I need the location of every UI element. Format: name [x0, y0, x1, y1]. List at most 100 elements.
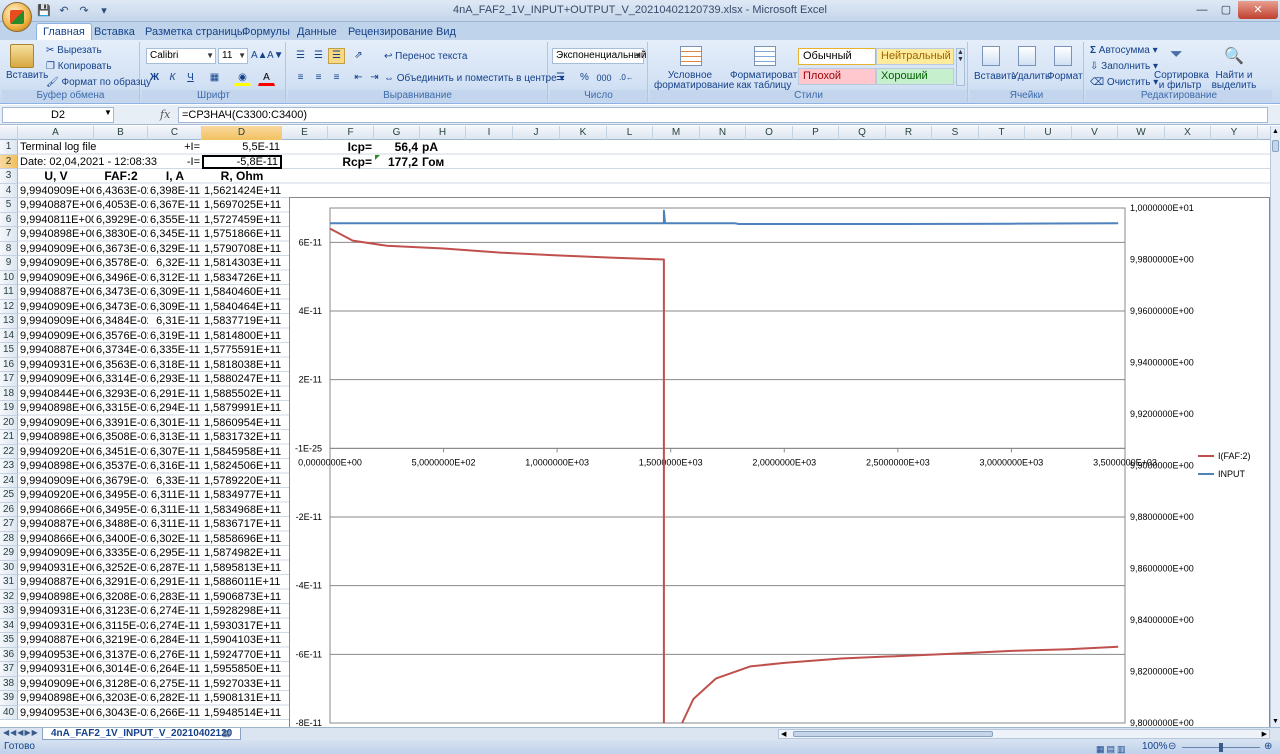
- fill-button[interactable]: ⇩ Заполнить ▾: [1090, 61, 1158, 72]
- align-bottom-icon[interactable]: ☰: [328, 48, 345, 64]
- increase-indent-icon[interactable]: ⇥: [366, 70, 383, 86]
- table-cell[interactable]: 6,3473E-02: [94, 300, 148, 315]
- paste-icon[interactable]: [10, 44, 34, 68]
- paste-button[interactable]: Вставить: [6, 70, 48, 81]
- cell-h2[interactable]: Гом: [420, 155, 466, 170]
- font-name-combo[interactable]: Calibri ▼: [146, 48, 216, 64]
- table-cell[interactable]: 6,3291E-02: [94, 575, 148, 590]
- table-cell[interactable]: 6,3508E-02: [94, 430, 148, 445]
- row-header[interactable]: 26: [0, 502, 18, 517]
- row-header[interactable]: 9: [0, 256, 18, 271]
- table-cell[interactable]: 6,318E-11: [148, 358, 202, 373]
- table-cell[interactable]: 9,9940931E+00: [18, 662, 94, 677]
- table-cell[interactable]: 1,5885502E+11: [202, 387, 282, 402]
- column-header-q[interactable]: Q: [839, 126, 886, 140]
- table-cell[interactable]: 6,3451E-02: [94, 445, 148, 460]
- table-cell[interactable]: 9,9940898E+00: [18, 401, 94, 416]
- table-cell[interactable]: 9,9940920E+00: [18, 445, 94, 460]
- table-cell[interactable]: 6,3314E-02: [94, 372, 148, 387]
- fill-color-icon[interactable]: ◉: [234, 70, 251, 86]
- table-cell[interactable]: 1,5879991E+11: [202, 401, 282, 416]
- column-header-l[interactable]: L: [607, 126, 653, 140]
- tab-review[interactable]: Рецензирование: [348, 24, 433, 40]
- font-size-combo[interactable]: 11 ▼: [218, 48, 248, 64]
- column-header-r[interactable]: R: [886, 126, 932, 140]
- scroll-down-icon[interactable]: ▼: [1271, 718, 1280, 725]
- borders-icon[interactable]: ▦: [206, 70, 223, 86]
- close-icon[interactable]: ✕: [1238, 1, 1278, 19]
- table-cell[interactable]: 1,5818038E+11: [202, 358, 282, 373]
- cut-button[interactable]: ✂ Вырезать: [46, 45, 102, 56]
- sort-filter-button[interactable]: Сортировка и фильтр: [1154, 71, 1209, 91]
- autosum-button[interactable]: Σ Автосумма ▾: [1090, 45, 1158, 56]
- table-cell[interactable]: 6,3293E-02: [94, 387, 148, 402]
- name-box[interactable]: D2: [2, 107, 114, 123]
- row-header[interactable]: 40: [0, 705, 18, 720]
- table-cell[interactable]: 1,5924770E+11: [202, 648, 282, 663]
- row-header[interactable]: 14: [0, 328, 18, 343]
- table-cell[interactable]: 6,283E-11: [148, 590, 202, 605]
- cell-c3[interactable]: I, A: [148, 169, 202, 184]
- zoom-level[interactable]: 100%: [1142, 740, 1168, 754]
- table-cell[interactable]: 9,9940866E+00: [18, 532, 94, 547]
- insert-cells-button[interactable]: Вставить: [974, 71, 1016, 82]
- table-cell[interactable]: 6,335E-11: [148, 343, 202, 358]
- row-header[interactable]: 18: [0, 386, 18, 401]
- table-cell[interactable]: 1,5858696E+11: [202, 532, 282, 547]
- table-cell[interactable]: 1,5837719E+11: [202, 314, 282, 329]
- delete-cells-button[interactable]: Удалить: [1012, 71, 1050, 82]
- table-cell[interactable]: 6,293E-11: [148, 372, 202, 387]
- style-good[interactable]: Хороший: [876, 68, 954, 85]
- tab-page-layout[interactable]: Разметка страницы: [145, 24, 245, 40]
- table-cell[interactable]: 6,3473E-02: [94, 285, 148, 300]
- increase-decimal-icon[interactable]: .0←: [618, 70, 635, 86]
- grow-font-icon[interactable]: A▲: [250, 48, 268, 64]
- table-cell[interactable]: 6,4363E-02: [94, 184, 148, 199]
- table-cell[interactable]: 9,9940887E+00: [18, 285, 94, 300]
- cell-a1[interactable]: Terminal log file: [18, 140, 168, 155]
- row-header[interactable]: 23: [0, 459, 18, 474]
- table-cell[interactable]: 6,313E-11: [148, 430, 202, 445]
- table-cell[interactable]: 1,5927033E+11: [202, 677, 282, 692]
- table-cell[interactable]: 9,9940909E+00: [18, 314, 94, 329]
- styles-scroll-icon[interactable]: ▲ ▼: [956, 48, 965, 86]
- table-cell[interactable]: 6,295E-11: [148, 546, 202, 561]
- table-cell[interactable]: 9,9940898E+00: [18, 459, 94, 474]
- row-header[interactable]: 2: [0, 154, 18, 169]
- table-cell[interactable]: 6,282E-11: [148, 691, 202, 706]
- table-cell[interactable]: 1,5906873E+11: [202, 590, 282, 605]
- table-cell[interactable]: 1,5727459E+11: [202, 213, 282, 228]
- clear-button[interactable]: ⌫ Очистить ▾: [1090, 77, 1158, 88]
- table-cell[interactable]: 1,5697025E+11: [202, 198, 282, 213]
- row-header[interactable]: 8: [0, 241, 18, 256]
- function-icon[interactable]: fx: [160, 108, 170, 121]
- table-cell[interactable]: 9,9940909E+00: [18, 329, 94, 344]
- vertical-scrollbar[interactable]: ▲ ▼: [1270, 126, 1280, 727]
- table-cell[interactable]: 1,5908131E+11: [202, 691, 282, 706]
- style-neutral[interactable]: Нейтральный: [876, 48, 954, 65]
- table-cell[interactable]: 1,5840460E+11: [202, 285, 282, 300]
- cell-h1[interactable]: pA: [420, 140, 466, 155]
- table-cell[interactable]: 9,9940866E+00: [18, 503, 94, 518]
- table-cell[interactable]: 6,312E-11: [148, 271, 202, 286]
- row-header[interactable]: 5: [0, 198, 18, 213]
- table-cell[interactable]: 1,5814303E+11: [202, 256, 282, 271]
- table-cell[interactable]: 6,3495E-02: [94, 503, 148, 518]
- table-cell[interactable]: 6,287E-11: [148, 561, 202, 576]
- italic-button[interactable]: К: [164, 70, 181, 86]
- row-header[interactable]: 15: [0, 343, 18, 358]
- zoom-slider-thumb[interactable]: [1219, 743, 1223, 752]
- chart[interactable]: 6E-11 4E-11 2E-11 -1E-25 -2E-11 -4E-11 -6E-11-…: [289, 197, 1270, 732]
- table-cell[interactable]: 9,9940887E+00: [18, 633, 94, 648]
- table-cell[interactable]: 9,9940898E+00: [18, 691, 94, 706]
- row-header[interactable]: 21: [0, 430, 18, 445]
- table-cell[interactable]: 6,3391E-02: [94, 416, 148, 431]
- maximize-icon[interactable]: ▢: [1214, 1, 1238, 19]
- table-cell[interactable]: 9,9940909E+00: [18, 271, 94, 286]
- zoom-out-icon[interactable]: ⊝: [1168, 740, 1176, 754]
- table-cell[interactable]: 1,5895813E+11: [202, 561, 282, 576]
- row-header[interactable]: 7: [0, 227, 18, 242]
- table-cell[interactable]: 9,9940887E+00: [18, 343, 94, 358]
- table-cell[interactable]: 6,309E-11: [148, 300, 202, 315]
- table-cell[interactable]: 1,5790708E+11: [202, 242, 282, 257]
